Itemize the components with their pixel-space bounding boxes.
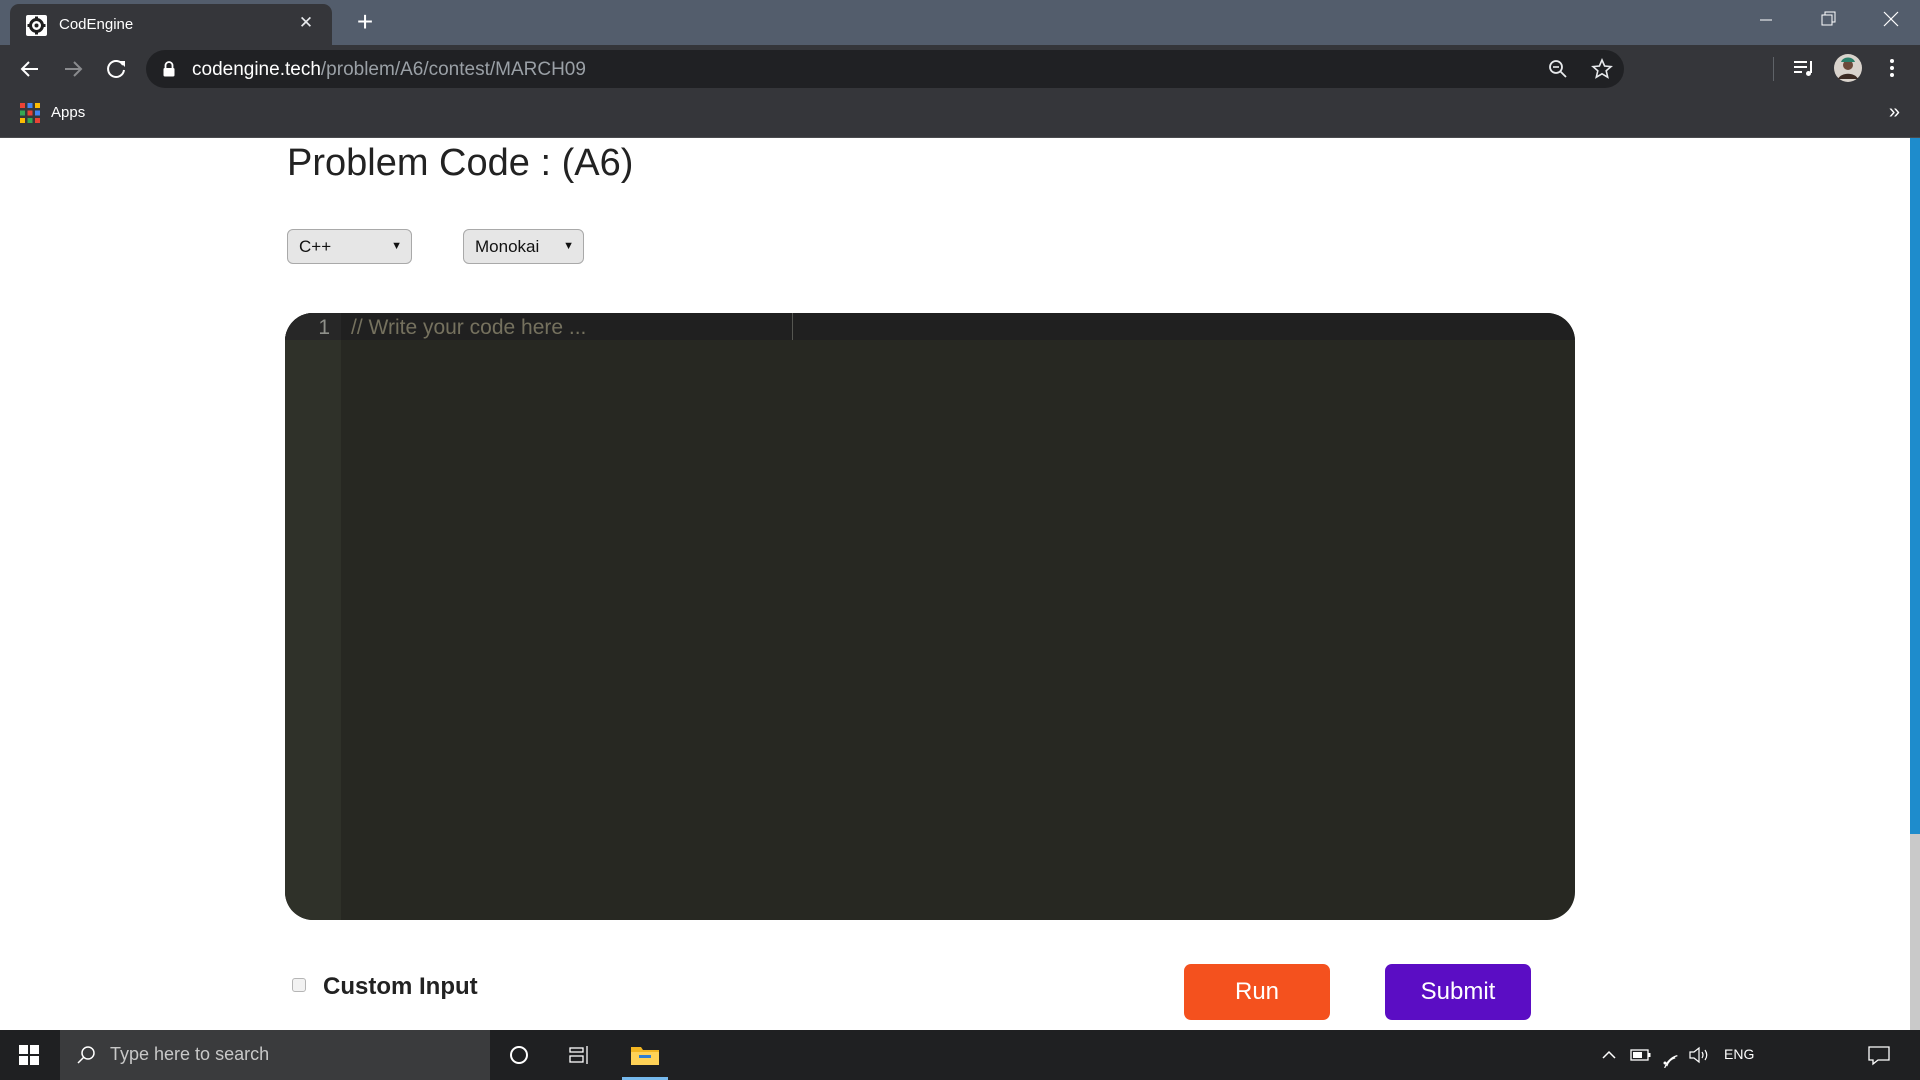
chevron-down-icon: ▼ <box>563 240 574 252</box>
star-icon[interactable] <box>1591 58 1613 80</box>
address-bar[interactable]: codengine.tech/problem/A6/contest/MARCH0… <box>146 50 1624 88</box>
menu-icon[interactable] <box>1877 53 1907 83</box>
language-select[interactable]: C++ ▼ <box>287 229 412 264</box>
windows-taskbar: Type here to search ENG <box>0 1030 1920 1080</box>
apps-grid-icon[interactable] <box>20 103 40 123</box>
line-number: 1 <box>318 316 330 339</box>
reload-icon[interactable] <box>100 53 132 85</box>
custom-input-checkbox[interactable] <box>292 978 306 992</box>
volume-icon[interactable] <box>1688 1042 1712 1068</box>
window-close-icon[interactable] <box>1860 0 1920 40</box>
notification-icon[interactable] <box>1866 1042 1892 1068</box>
theme-select[interactable]: Monokai ▼ <box>463 229 584 264</box>
url-path: /problem/A6/contest/MARCH09 <box>320 59 586 80</box>
apps-bookmark[interactable]: Apps <box>51 104 85 121</box>
wifi-icon[interactable] <box>1660 1042 1682 1068</box>
taskbar-search-placeholder: Type here to search <box>110 1044 270 1064</box>
profile-avatar[interactable] <box>1833 53 1863 83</box>
chevron-up-icon[interactable] <box>1600 1042 1618 1068</box>
lock-icon <box>163 61 175 77</box>
scrollbar-thumb[interactable] <box>1910 834 1920 1030</box>
browser-toolbar: codengine.tech/problem/A6/contest/MARCH0… <box>0 45 1920 92</box>
tab-title: CodEngine <box>59 16 134 33</box>
toolbar-divider <box>1773 57 1774 81</box>
task-view-icon[interactable] <box>567 1042 593 1068</box>
tab-codengine[interactable]: CodEngine ✕ <box>10 4 332 45</box>
cortana-icon[interactable] <box>506 1042 532 1068</box>
back-icon[interactable] <box>14 53 46 85</box>
language-select-value: C++ <box>299 237 332 256</box>
codengine-favicon <box>26 15 47 36</box>
restore-icon[interactable] <box>1798 0 1858 40</box>
forward-icon[interactable] <box>57 53 89 85</box>
taskbar-search[interactable]: Type here to search <box>60 1030 490 1080</box>
zoom-icon[interactable] <box>1547 58 1569 80</box>
page-title: Problem Code : (A6) <box>287 142 634 184</box>
plus-icon[interactable]: + <box>350 8 380 38</box>
input-language[interactable]: ENG <box>1724 1046 1754 1062</box>
bookmarks-bar: Apps » <box>0 92 1920 138</box>
print-margin <box>792 313 793 340</box>
url-text: codengine.tech/problem/A6/contest/MARCH0… <box>192 59 586 81</box>
submit-button[interactable]: Submit <box>1385 964 1531 1020</box>
windows-start-icon[interactable] <box>19 1045 39 1065</box>
tab-strip: CodEngine ✕ + <box>0 0 1920 45</box>
run-button[interactable]: Run <box>1184 964 1330 1020</box>
custom-input-label[interactable]: Custom Input <box>323 973 478 1001</box>
url-host: codengine.tech <box>192 59 321 80</box>
media-control-icon[interactable] <box>1789 53 1819 83</box>
bookmarks-overflow[interactable]: » <box>1889 101 1900 124</box>
code-editor[interactable]: 1 // Write your code here ... <box>285 313 1575 920</box>
editor-gutter <box>285 313 341 920</box>
page-viewport: Problem Code : (A6) C++ ▼ Monokai ▼ 1 //… <box>0 138 1920 1030</box>
code-placeholder[interactable]: // Write your code here ... <box>351 316 586 340</box>
minimize-icon[interactable] <box>1736 0 1796 40</box>
file-explorer-icon[interactable] <box>630 1042 660 1068</box>
battery-icon[interactable] <box>1630 1042 1652 1068</box>
search-icon <box>77 1046 95 1064</box>
chevron-down-icon: ▼ <box>391 240 402 252</box>
theme-select-value: Monokai <box>475 237 540 256</box>
close-icon[interactable]: ✕ <box>295 12 317 34</box>
